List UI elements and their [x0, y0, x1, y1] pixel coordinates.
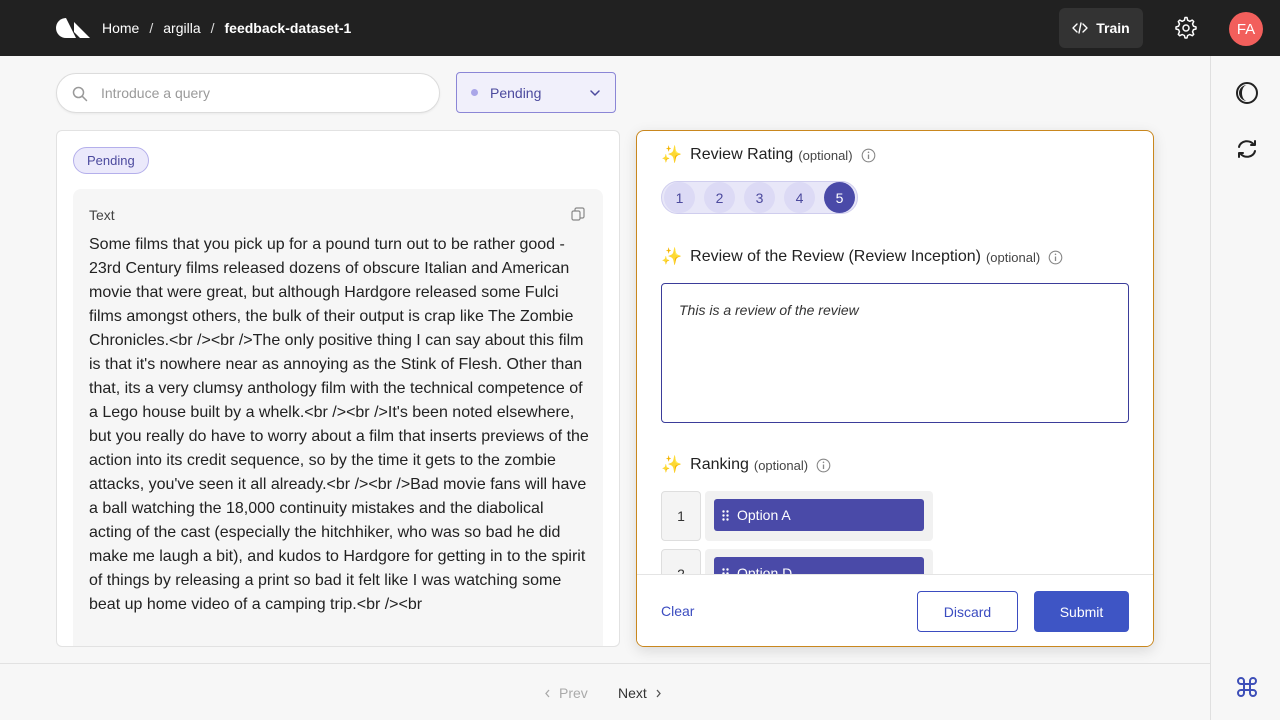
rank-item-option-a[interactable]: Option A	[714, 499, 924, 531]
form-footer: Clear Discard Submit	[637, 574, 1153, 646]
text-field: Text Some films that you pick up for a p…	[73, 189, 603, 646]
chevron-down-icon	[590, 90, 600, 96]
right-sidebar	[1210, 56, 1280, 720]
rank-slot-number: 1	[661, 491, 701, 541]
breadcrumb-workspace[interactable]: argilla	[163, 20, 200, 36]
rating-option-2[interactable]: 2	[704, 182, 735, 213]
gear-icon[interactable]	[1174, 16, 1198, 40]
clear-button[interactable]: Clear	[661, 603, 694, 619]
chevron-right-icon	[656, 689, 661, 697]
rating-option-5[interactable]: 5	[824, 182, 855, 213]
argilla-logo[interactable]	[56, 18, 90, 38]
breadcrumb-dataset: feedback-dataset-1	[224, 20, 352, 36]
copy-icon[interactable]	[571, 207, 585, 221]
refresh-icon[interactable]	[1235, 137, 1259, 161]
field-text: Some films that you pick up for a pound …	[89, 236, 589, 613]
review-question-title: ✨ Review of the Review (Review Inception…	[661, 247, 1063, 267]
train-label: Train	[1096, 20, 1130, 36]
record-card: Pending Text Some films that you pick up…	[56, 130, 620, 647]
rank-item-option-d[interactable]: Option D	[714, 557, 924, 574]
breadcrumb-separator: /	[210, 20, 215, 36]
status-dot	[471, 89, 478, 96]
train-button[interactable]: Train	[1059, 8, 1143, 48]
sparkle-icon: ✨	[661, 145, 683, 164]
next-button[interactable]: Next	[618, 685, 662, 701]
rating-option-4[interactable]: 4	[784, 182, 815, 213]
contrast-icon[interactable]	[1235, 81, 1259, 105]
chevron-left-icon	[545, 689, 550, 697]
rank-slot: Option A	[705, 491, 933, 541]
info-icon[interactable]	[816, 458, 831, 473]
rank-slot: Option D	[705, 549, 933, 574]
prev-button[interactable]: Prev	[544, 685, 588, 701]
status-badge: Pending	[73, 147, 149, 174]
sparkle-icon: ✨	[661, 247, 683, 266]
breadcrumb-home[interactable]: Home	[102, 20, 139, 36]
rating-option-1[interactable]: 1	[664, 182, 695, 213]
submit-button[interactable]: Submit	[1034, 591, 1129, 632]
search-bar	[56, 73, 440, 113]
top-bar: Home / argilla / feedback-dataset-1 Trai…	[0, 0, 1280, 56]
breadcrumb-separator: /	[149, 20, 154, 36]
search-input[interactable]	[101, 74, 421, 112]
command-icon[interactable]	[1235, 675, 1259, 699]
pagination-bar: Prev Next	[0, 663, 1210, 720]
search-icon	[72, 86, 88, 102]
field-title: Text	[89, 207, 115, 223]
status-filter-dropdown[interactable]: Pending	[456, 72, 616, 113]
rating-options: 1 2 3 4 5	[661, 181, 858, 214]
review-textarea[interactable]: This is a review of the review	[661, 283, 1129, 423]
sparkle-icon: ✨	[661, 455, 683, 474]
status-filter-value: Pending	[490, 84, 542, 101]
ranking-question-title: ✨ Ranking (optional)	[661, 455, 831, 475]
rating-question-title: ✨ Review Rating (optional)	[661, 145, 876, 165]
rating-option-3[interactable]: 3	[744, 182, 775, 213]
annotation-form: ✨ Review Rating (optional) 1 2 3 4 5 ✨ R…	[636, 130, 1154, 647]
form-questions[interactable]: ✨ Review Rating (optional) 1 2 3 4 5 ✨ R…	[637, 131, 1153, 574]
rank-slot-number: 2	[661, 549, 701, 574]
breadcrumb: Home / argilla / feedback-dataset-1	[102, 0, 351, 56]
drag-handle-icon	[722, 509, 729, 521]
info-icon[interactable]	[1048, 250, 1063, 265]
avatar[interactable]: FA	[1229, 12, 1263, 46]
discard-button[interactable]: Discard	[917, 591, 1018, 632]
info-icon[interactable]	[861, 148, 876, 163]
code-icon	[1072, 22, 1088, 34]
